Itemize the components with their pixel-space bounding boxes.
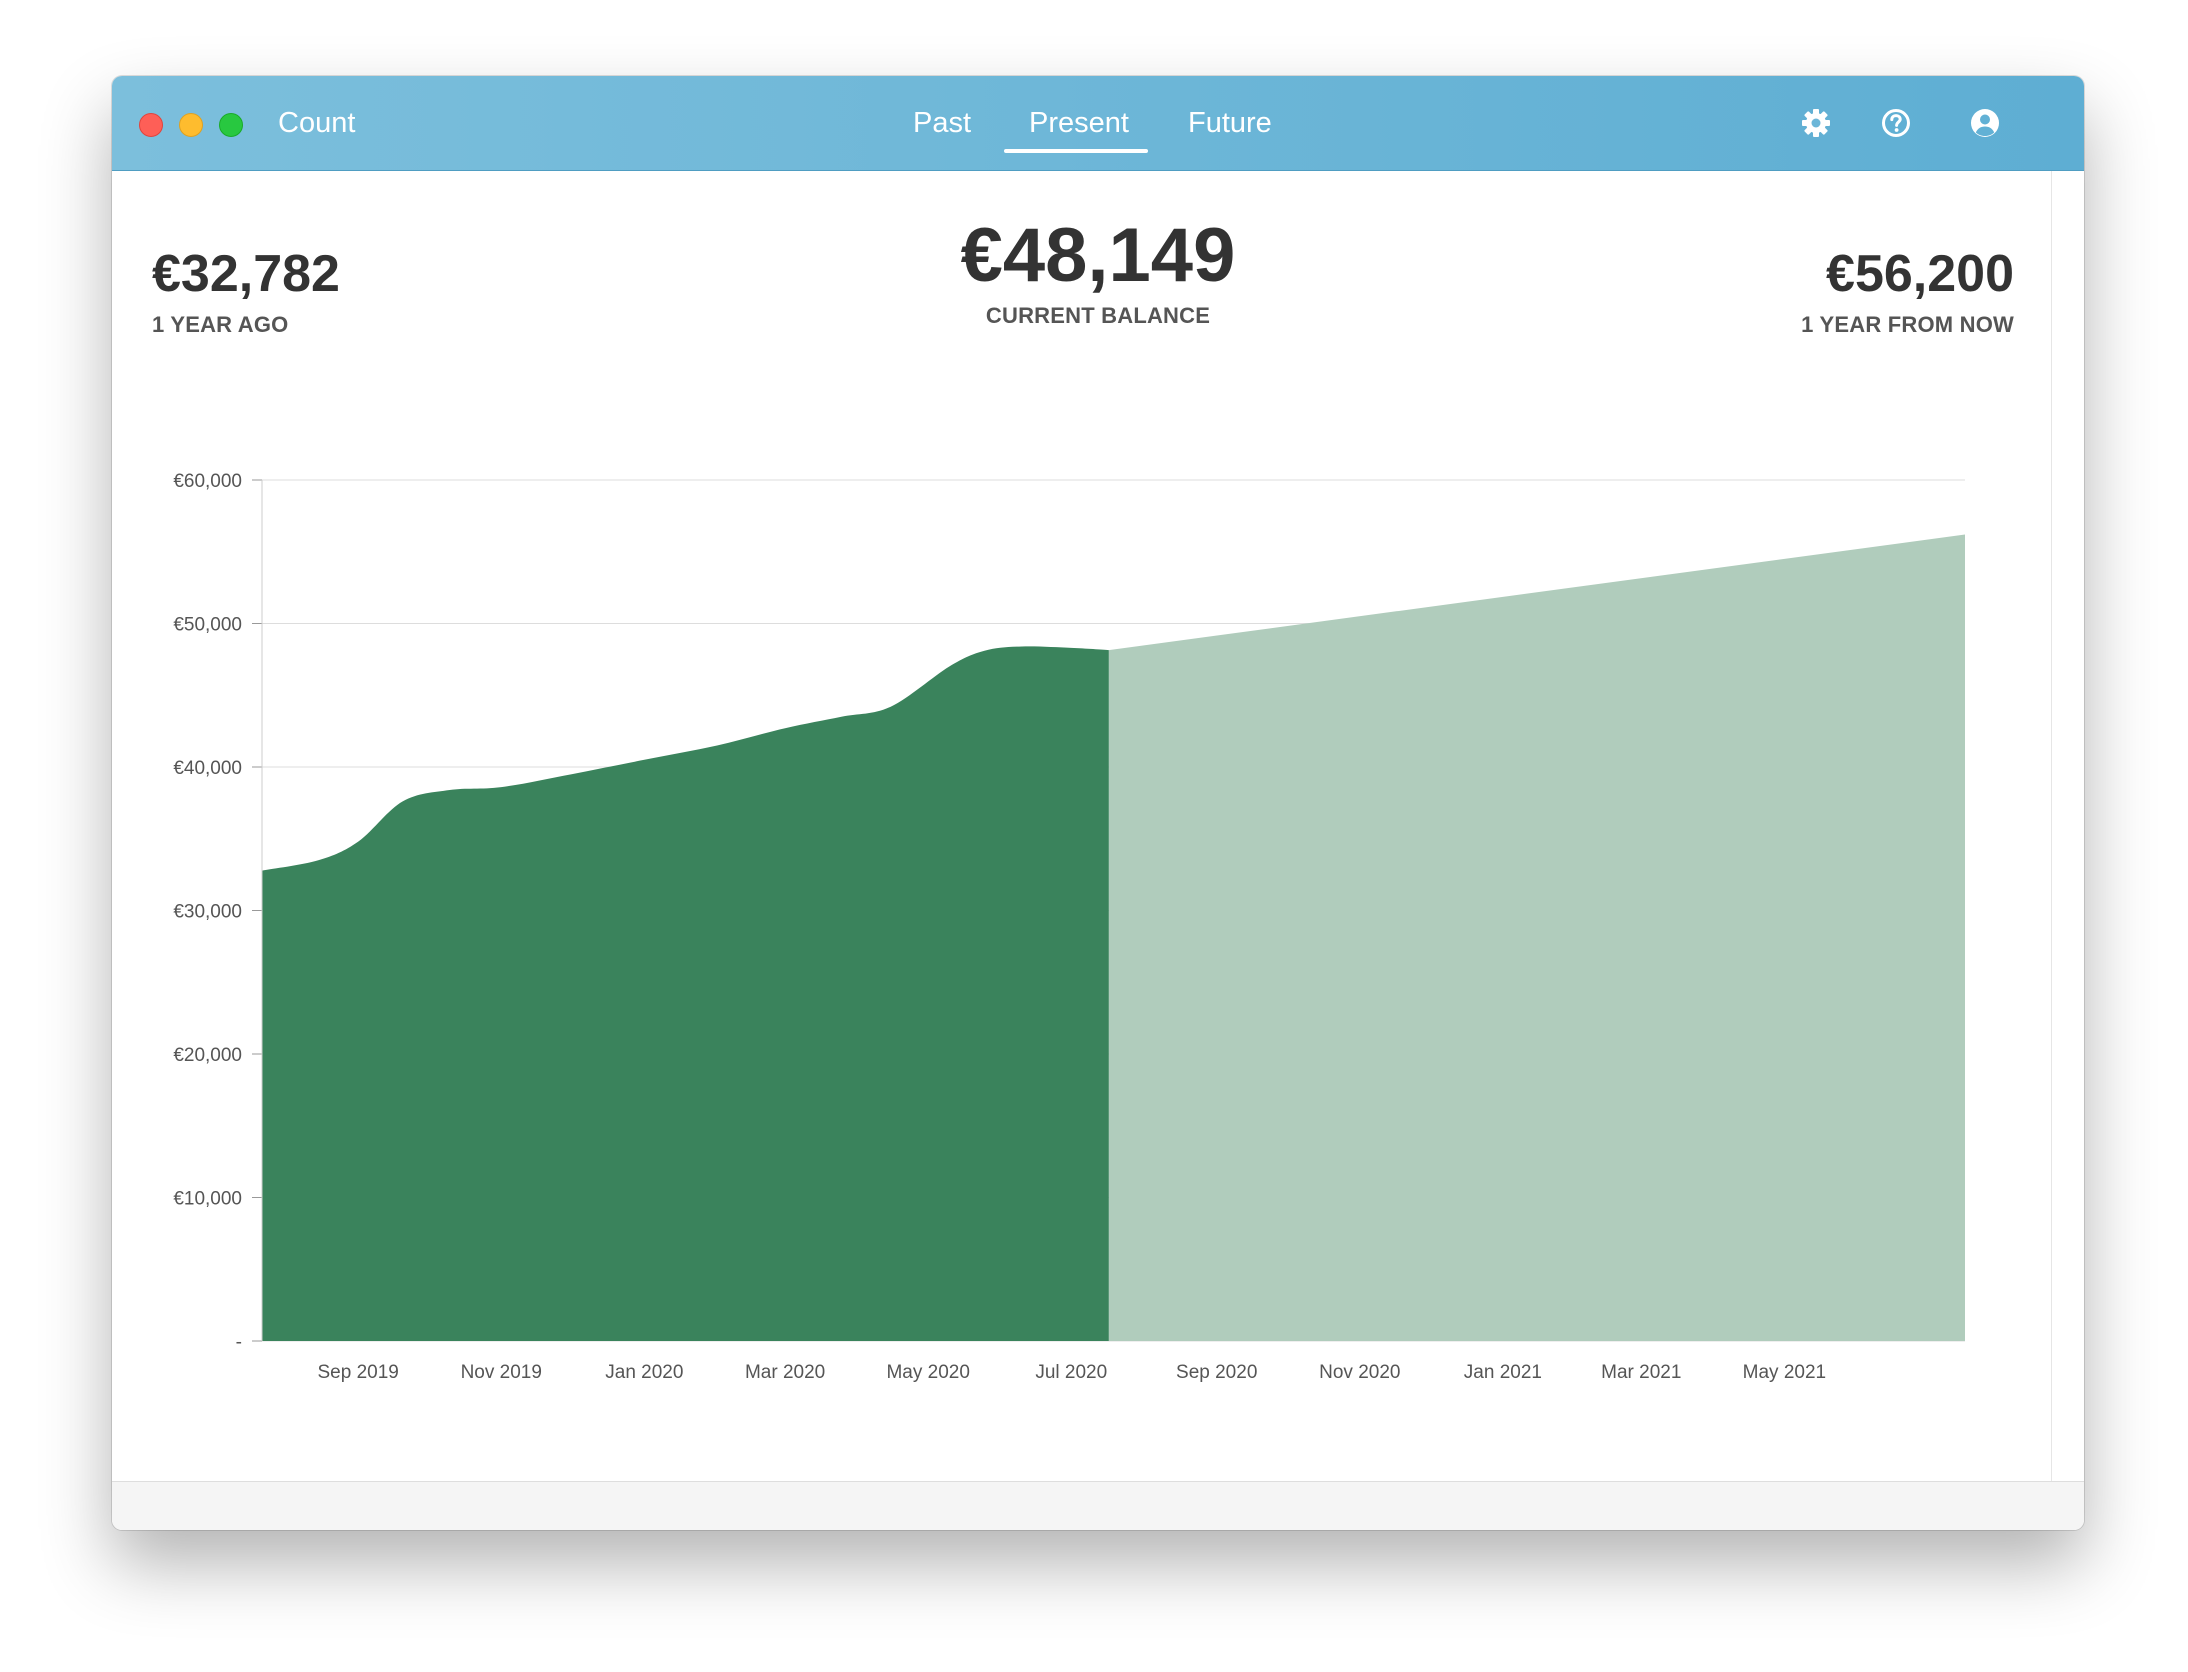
- y-tick-label: €40,000: [173, 758, 242, 779]
- x-tick-label: Mar 2021: [1601, 1362, 1681, 1383]
- balance-chart: €60,000 €50,000 €40,000 €30,000 €20,000 €10,0…: [173, 471, 1965, 1383]
- x-tick-label: Jan 2020: [605, 1362, 683, 1383]
- app-window: Count Past Present Future €32,782 1 YEAR…: [112, 76, 2084, 1530]
- x-tick-label: Nov 2020: [1319, 1362, 1400, 1383]
- x-tick-label: Sep 2020: [1176, 1362, 1257, 1383]
- future-balance-area: [1108, 534, 1965, 1341]
- y-tick-label: €20,000: [173, 1045, 242, 1066]
- past-balance-area: [262, 646, 1109, 1341]
- y-tick-label: €60,000: [173, 471, 242, 492]
- x-tick-label: Sep 2019: [317, 1362, 398, 1383]
- x-tick-label: Nov 2019: [461, 1362, 542, 1383]
- y-tick-label: €10,000: [173, 1189, 242, 1210]
- x-tick-label: Jul 2020: [1035, 1362, 1107, 1383]
- y-tick-label: €50,000: [173, 615, 242, 636]
- y-tick-label: €30,000: [173, 902, 242, 923]
- x-tick-label: Jan 2021: [1464, 1362, 1542, 1383]
- x-tick-label: May 2020: [886, 1362, 969, 1383]
- y-tick-label: -: [236, 1332, 242, 1353]
- x-tick-label: Mar 2020: [745, 1362, 825, 1383]
- footer-bar: [112, 1481, 2084, 1530]
- x-tick-label: May 2021: [1743, 1362, 1826, 1383]
